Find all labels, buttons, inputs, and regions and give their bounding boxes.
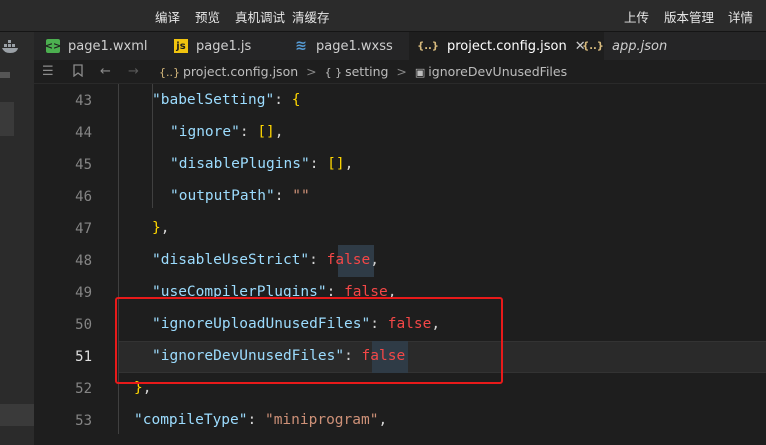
upload-button[interactable]: 上传 <box>624 7 649 26</box>
top-toolbar: 编译 预览 真机调试 清缓存 上传 版本管理 详情 <box>0 0 766 32</box>
json-file-icon: {..} <box>582 40 604 52</box>
breadcrumb-file[interactable]: project.config.json <box>183 64 298 79</box>
code-token: , <box>378 412 388 428</box>
code-text: "outputPath": "" <box>170 188 310 204</box>
annotation-highlight-box <box>115 297 503 384</box>
tab-label: page1.js <box>196 38 252 54</box>
line-number: 50 <box>75 317 92 333</box>
code-token: : <box>274 188 293 204</box>
code-line[interactable]: 44 "ignore": [], <box>34 116 766 148</box>
code-line[interactable]: 46 "outputPath": "" <box>34 180 766 212</box>
tab-label: page1.wxml <box>68 38 148 54</box>
tab-app-json[interactable]: {..} app.json <box>582 32 702 60</box>
explorer-panel-stub[interactable] <box>0 102 14 136</box>
json-file-icon: {..} <box>417 40 439 52</box>
object-icon: { } <box>324 66 343 79</box>
code-token: : <box>247 412 265 428</box>
js-file-icon: js <box>174 39 188 53</box>
breadcrumb-separator: > <box>306 64 317 79</box>
code-line[interactable]: 43 "babelSetting": { <box>34 84 766 116</box>
bookmark-icon[interactable] <box>72 64 84 81</box>
code-token: "compileType" <box>134 412 248 428</box>
code-text: "disableUseStrict": false, <box>152 252 379 268</box>
code-token: "miniprogram" <box>264 412 379 428</box>
line-number: 45 <box>75 157 92 173</box>
code-line[interactable]: 45 "disablePlugins": [], <box>34 148 766 180</box>
line-number: 46 <box>75 189 92 205</box>
line-number: 53 <box>75 413 92 429</box>
back-arrow-icon[interactable]: ← <box>100 64 111 79</box>
code-token: "outputPath" <box>170 188 275 204</box>
code-token: false <box>326 252 371 268</box>
wxml-file-icon: <> <box>44 39 62 53</box>
code-token: , <box>370 252 379 268</box>
line-number: 43 <box>75 93 92 109</box>
code-token: : <box>309 156 328 172</box>
breadcrumb-separator: > <box>396 64 407 79</box>
panel-marker <box>0 72 10 78</box>
tab-label: page1.wxss <box>316 38 393 54</box>
code-token: , <box>344 156 354 172</box>
compile-button[interactable]: 编译 <box>155 7 180 26</box>
code-token: , <box>160 220 170 236</box>
code-token: [] <box>257 124 275 140</box>
preview-button[interactable]: 预览 <box>195 7 220 26</box>
code-text: }, <box>152 220 169 236</box>
editor-tab-bar: <> page1.wxml js page1.js ≋ page1.wxss {… <box>34 32 766 60</box>
code-token: : <box>309 252 327 268</box>
bottom-panel-stub[interactable] <box>0 404 34 426</box>
breadcrumb-object[interactable]: setting <box>345 64 388 79</box>
breadcrumb: {..} project.config.json > { } setting > ▣… <box>159 64 567 79</box>
real-device-debug-button[interactable]: 真机调试 <box>235 7 285 26</box>
line-number: 51 <box>75 349 92 365</box>
docker-icon[interactable] <box>1 39 21 58</box>
breadcrumb-bar: ☰ ← → {..} project.config.json > { } setti… <box>34 60 766 84</box>
details-button[interactable]: 详情 <box>728 7 753 26</box>
line-number: 47 <box>75 221 92 237</box>
code-line[interactable]: 53 "compileType": "miniprogram", <box>34 404 766 436</box>
line-number: 49 <box>75 285 92 301</box>
activity-strip <box>0 32 34 445</box>
wxss-file-icon: ≋ <box>295 38 307 54</box>
code-text: "compileType": "miniprogram", <box>134 412 387 428</box>
tab-label: project.config.json <box>447 38 567 54</box>
code-editor[interactable]: 43 "babelSetting": {44 "ignore": [], 45 "dis… <box>34 84 766 445</box>
forward-arrow-icon[interactable]: → <box>128 64 139 79</box>
tab-page1-js[interactable]: js page1.js <box>174 32 279 60</box>
code-token: [] <box>327 156 345 172</box>
line-number: 44 <box>75 125 92 141</box>
code-token: , <box>274 124 284 140</box>
code-text: "babelSetting": { <box>152 92 300 108</box>
tab-page1-wxml[interactable]: <> page1.wxml <box>44 32 166 60</box>
clear-cache-button[interactable]: 清缓存 <box>292 7 330 26</box>
code-token: : <box>274 92 292 108</box>
line-number: 48 <box>75 253 92 269</box>
tab-project-config-json[interactable]: {..} project.config.json ✕ <box>409 32 604 60</box>
line-number: 52 <box>75 381 92 397</box>
version-management-button[interactable]: 版本管理 <box>664 7 714 26</box>
code-token: "disablePlugins" <box>170 156 310 172</box>
tab-page1-wxss[interactable]: ≋ page1.wxss <box>294 32 419 60</box>
code-text: "disablePlugins": [], <box>170 156 353 172</box>
code-text: "ignore": [], <box>170 124 284 140</box>
code-line[interactable]: 47}, <box>34 212 766 244</box>
code-token: "disableUseStrict" <box>152 252 310 268</box>
code-token: "babelSetting" <box>152 92 275 108</box>
code-token: } <box>152 220 161 236</box>
code-token: "ignore" <box>170 124 240 140</box>
code-token: "" <box>292 188 310 204</box>
code-token: : <box>239 124 258 140</box>
json-file-icon: {..} <box>159 66 180 79</box>
code-line[interactable]: 48 "disableUseStrict": false, <box>34 244 766 276</box>
property-icon: ▣ <box>414 66 426 79</box>
tab-label: app.json <box>612 38 668 54</box>
code-token: { <box>291 92 301 108</box>
breadcrumb-property[interactable]: ignoreDevUnusedFiles <box>428 64 567 79</box>
list-icon[interactable]: ☰ <box>42 64 54 79</box>
